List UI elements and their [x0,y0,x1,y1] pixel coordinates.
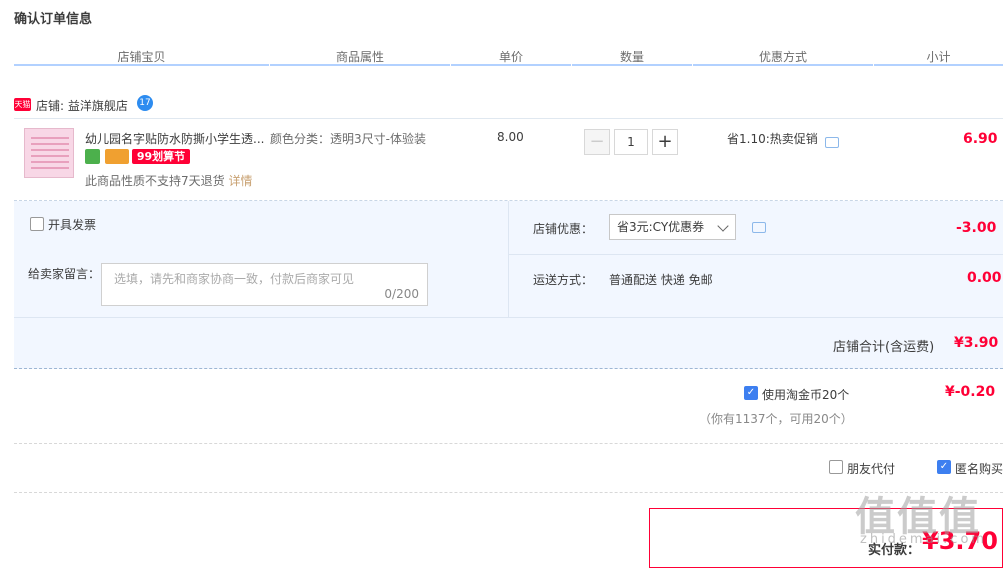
friend-pay-checkbox[interactable] [829,460,843,474]
anonymous-label[interactable]: 匿名购买 [955,460,1003,477]
product-thumbnail[interactable] [24,128,74,178]
coupon-select[interactable]: 省3元:CY优惠券 [609,214,736,240]
invoice-label[interactable]: 开具发票 [48,216,96,233]
coins-amount: ¥-0.20 [945,384,996,400]
coins-checkbox[interactable]: ✓ [744,386,758,400]
credit-card-icon [105,149,129,164]
policy-detail-link[interactable]: 详情 [228,174,252,188]
shop-total-label: 店铺合计(含运费) [833,340,935,355]
page-title: 确认订单信息 [14,12,93,27]
col-sep [692,62,693,66]
row-divider [508,254,1003,255]
sale-festival-badge: 99划算节 [132,149,190,164]
return-policy-note: 此商品性质不支持7天退货 详情 [85,172,252,189]
invoice-checkbox[interactable] [30,217,44,231]
col-header-subtotal: 小计 [926,50,951,64]
shop-total-amount: ¥3.90 [954,335,999,351]
coupon-selected-value: 省3元:CY优惠券 [617,220,705,234]
product-attribute: 颜色分类：透明3尺寸-体验装 [270,132,426,146]
product-name-link[interactable]: 幼儿园名字贴防水防撕小学生透... [85,130,265,147]
quantity-decrease-button[interactable]: − [584,129,610,155]
quantity-increase-button[interactable]: + [652,129,678,155]
message-label: 给卖家留言： [28,267,101,281]
coupon-label: 店铺优惠： [533,222,594,236]
quantity-stepper: − 1 + [584,129,678,155]
coupon-amount: -3.00 [956,220,997,236]
item-subtotal: 6.90 [963,131,998,147]
seller-message-input[interactable]: 选填，请先和商家协商一致，付款后商家可见 0/200 [101,263,428,306]
watermark-text: zhidemai.com [860,532,988,547]
shop-name[interactable]: 店铺: 益洋旗舰店 [36,97,128,114]
promo-info-icon[interactable] [825,137,839,148]
shipping-amount: 0.00 [967,270,1002,286]
promotion-text: 省1.10:热卖促销 [727,132,818,146]
col-header-item: 店铺宝贝 [117,50,166,64]
shop-divider [14,118,1003,119]
total-divider [14,317,1003,318]
chevron-down-icon [717,220,729,232]
shipping-value: 普通配送 快递 免邮 [609,273,713,287]
no-return-text: 此商品性质不支持7天退货 [85,174,225,188]
anonymous-checkbox[interactable]: ✓ [937,460,951,474]
tmall-icon: 天猫 [14,98,31,111]
wangwang-chat-icon[interactable]: 17 [137,95,153,111]
coins-label[interactable]: 使用淘金币20个 [762,386,849,403]
panel-bottom-border [14,368,1003,370]
col-header-attr: 商品属性 [335,50,384,64]
col-header-price: 单价 [498,50,523,64]
quantity-input[interactable]: 1 [614,129,648,155]
message-placeholder: 选填，请先和商家协商一致，付款后商家可见 [114,272,355,286]
shipping-label: 运送方式： [533,273,594,287]
section-divider [14,443,1003,445]
guarantee-icon [85,149,100,164]
col-sep [571,62,572,66]
coupon-info-icon[interactable] [752,222,766,233]
message-char-count: 0/200 [384,287,419,301]
panel-vertical-divider [508,201,509,317]
col-sep [269,62,270,66]
col-sep [450,62,451,66]
col-header-qty: 数量 [619,50,644,64]
friend-pay-label[interactable]: 朋友代付 [847,460,895,477]
col-header-promo: 优惠方式 [758,50,807,64]
header-underline [14,64,1003,66]
unit-price: 8.00 [497,130,524,144]
coins-info: （你有1137个，可用20个） [699,412,853,426]
col-sep [873,62,874,66]
